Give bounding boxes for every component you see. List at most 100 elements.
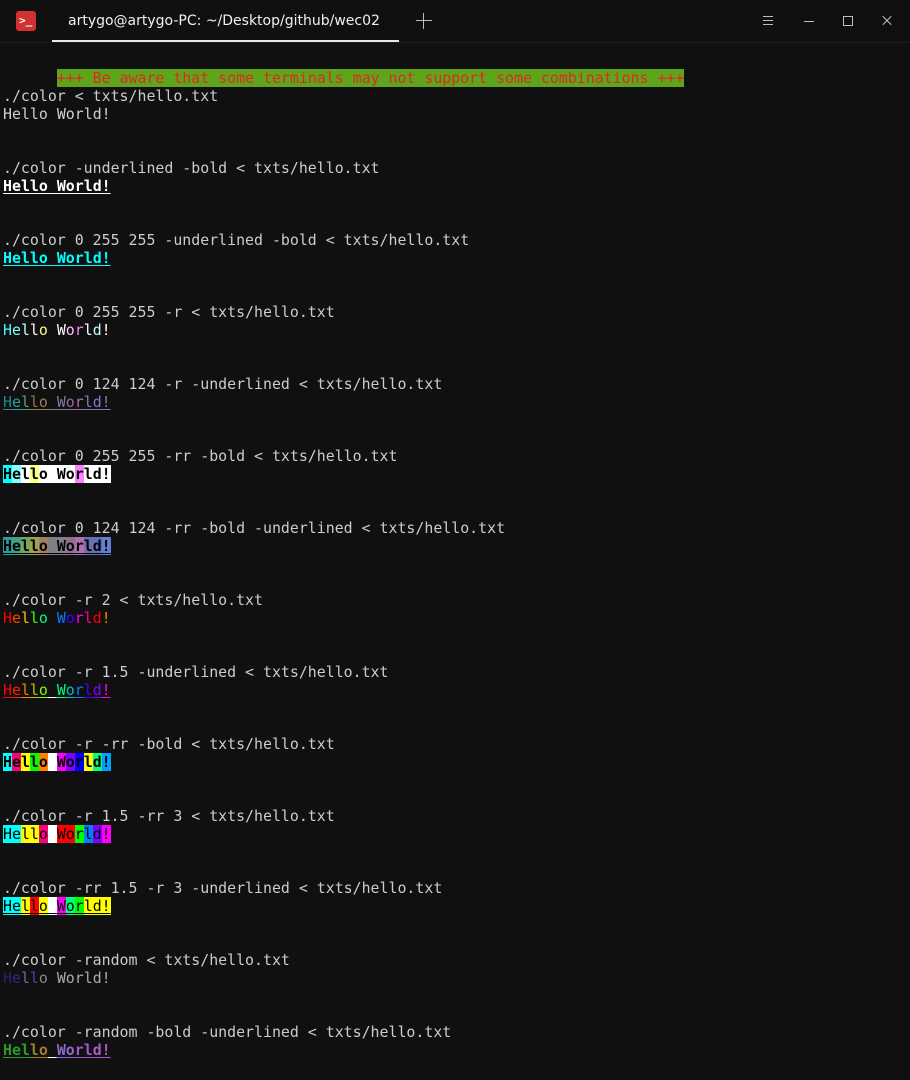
output-char: H [3,1041,12,1059]
output-char: H [3,609,12,627]
output-char: o [65,537,75,555]
output-char: W [56,1041,66,1059]
output-char: l [29,969,39,987]
output-char [48,321,57,339]
output-char: H [3,105,12,123]
output-char: l [20,321,30,339]
output-char: r [74,465,84,483]
output-char [48,177,57,195]
output-char: o [38,969,48,987]
tab-title: artygo@artygo-PC: ~/Desktop/github/wec02 [68,13,380,29]
output-char: e [11,465,21,483]
title-bar: >_ artygo@artygo-PC: ~/Desktop/github/we… [0,0,910,43]
output-char: l [20,681,30,699]
output-char: o [65,969,75,987]
output-char: r [74,249,84,267]
output-char: r [74,609,84,627]
output-char: l [83,321,93,339]
terminal-content[interactable]: +++ Be aware that some terminals may not… [3,51,908,1059]
output-char: e [11,393,21,411]
output-char: l [20,537,30,555]
output-char: o [65,681,75,699]
output-char: l [29,1041,39,1059]
menu-icon[interactable] [758,10,780,32]
command-line: ./color 0 255 255 -underlined -bold < tx… [3,231,470,249]
output-char: e [11,609,21,627]
minimize-icon[interactable] [798,10,820,32]
output-char: d [92,897,102,915]
output-char: W [56,465,66,483]
close-icon[interactable] [876,10,898,32]
output-char: l [83,249,93,267]
output-char: r [74,537,84,555]
output-char: o [38,609,48,627]
output-char: o [38,105,48,123]
output-char: l [20,753,30,771]
output-char: e [11,105,21,123]
output-char: l [29,825,39,843]
output-char: l [20,177,30,195]
output-char [47,537,57,555]
output-char: W [56,177,66,195]
output-char: l [20,249,30,267]
output-char: l [29,897,39,915]
output-char: o [38,681,48,699]
output-char [47,465,57,483]
output-char: d [92,753,102,771]
output-char: l [20,609,30,627]
tab-terminal[interactable]: artygo@artygo-PC: ~/Desktop/github/wec02 [52,0,399,42]
output-char: e [11,1041,21,1059]
output-line: Hello World! [3,249,908,267]
terminal-app-icon: >_ [16,11,36,31]
output-char: l [20,825,30,843]
output-char: W [56,825,66,843]
output-line: Hello World! [3,105,908,123]
output-char: d [92,177,102,195]
command-line: ./color 0 255 255 -rr -bold < txts/hello… [3,447,398,465]
output-char: o [65,393,75,411]
output-line: Hello World! [3,465,908,483]
output-char: o [65,249,75,267]
maximize-icon[interactable] [837,10,859,32]
output-char: l [83,897,93,915]
output-char: e [11,537,21,555]
output-char: e [11,321,21,339]
output-line: Hello World! [3,897,908,915]
command-line: ./color -r 2 < txts/hello.txt [3,591,263,609]
output-char: W [56,681,66,699]
output-char: ! [101,249,111,267]
output-char: H [3,321,12,339]
command-line: ./color 0 124 124 -rr -bold -underlined … [3,519,506,537]
output-char: W [56,897,66,915]
output-char: ! [101,177,111,195]
output-char: o [38,393,48,411]
output-char: H [3,393,12,411]
output-char: r [74,753,84,771]
output-char: ! [101,825,111,843]
output-char: o [65,753,75,771]
output-char: ! [101,393,111,411]
output-char [47,753,57,771]
output-char: o [38,825,48,843]
command-line: ./color -underlined -bold < txts/hello.t… [3,159,380,177]
new-tab-plus-icon[interactable] [411,8,437,34]
output-char: r [74,969,84,987]
output-char: r [74,681,84,699]
output-char: H [3,537,12,555]
output-char: l [29,321,39,339]
output-char: H [3,681,12,699]
output-char: d [92,393,102,411]
output-char: l [83,969,93,987]
output-char: l [20,393,30,411]
